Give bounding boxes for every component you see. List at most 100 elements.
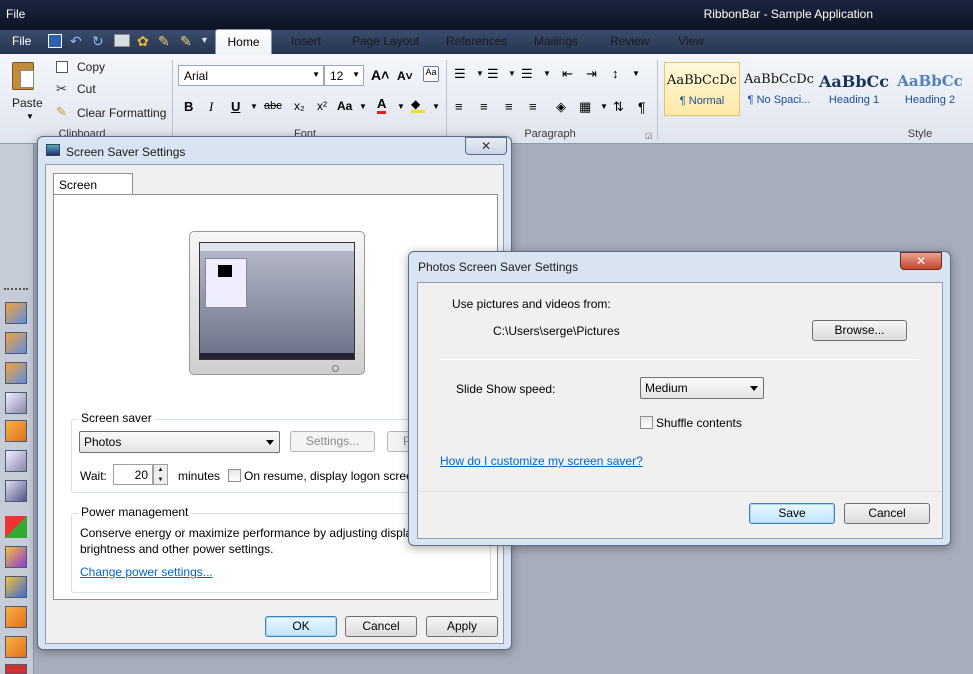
style-no-spacing[interactable]: AaBbCcDc ¶ No Spaci...	[741, 62, 817, 116]
chevron-down-icon[interactable]: ▼	[632, 69, 640, 78]
save-icon[interactable]	[48, 34, 62, 48]
highlight-icon[interactable]: ◆	[411, 97, 425, 113]
grow-font-icon[interactable]: A˄	[371, 67, 389, 83]
copy-button[interactable]: Copy	[56, 59, 146, 77]
chevron-down-icon[interactable]: ▼	[600, 102, 608, 111]
tab-review[interactable]: Review	[610, 34, 649, 48]
sort-icon[interactable]: ⇅	[613, 99, 624, 115]
brush-icon[interactable]: ✎	[158, 33, 170, 50]
chevron-down-icon[interactable]: ▼	[432, 102, 440, 111]
chevron-down-icon[interactable]: ▼	[508, 69, 516, 78]
chevron-down-icon[interactable]: ▼	[543, 69, 551, 78]
chevron-down-icon[interactable]: ▼	[476, 69, 484, 78]
borders-icon[interactable]: ▦	[579, 99, 591, 115]
resume-checkbox[interactable]	[228, 469, 241, 482]
wait-spinner[interactable]: ▲ ▼	[153, 464, 168, 485]
chevron-down-icon[interactable]: ▼	[359, 102, 367, 111]
tab-screen-saver[interactable]: Screen Saver	[53, 173, 133, 206]
wait-input[interactable]: 20	[113, 464, 153, 485]
speed-select[interactable]: Medium	[640, 377, 764, 399]
app-icon-6[interactable]	[5, 450, 27, 472]
decrease-indent-icon[interactable]: ⇤	[562, 66, 573, 82]
numbering-icon[interactable]: ☰	[487, 66, 499, 82]
app-icon-3[interactable]	[5, 362, 27, 384]
justify-icon[interactable]: ≡	[529, 99, 537, 114]
save-button[interactable]: Save	[749, 503, 835, 524]
strikethrough-icon[interactable]: abc	[264, 100, 282, 112]
align-center-icon[interactable]: ≡	[480, 99, 488, 114]
font-color-icon[interactable]: A	[377, 97, 387, 114]
style-heading-2[interactable]: AaBbCc Heading 2	[892, 62, 968, 116]
increase-indent-icon[interactable]: ⇥	[586, 66, 597, 82]
font-family-combo[interactable]: Arial ▼	[178, 65, 324, 86]
align-left-icon[interactable]: ≡	[455, 99, 463, 114]
app-icon-7[interactable]	[5, 480, 27, 502]
quick-access-toolbar: File	[6, 7, 206, 23]
line-spacing-icon[interactable]: ↕	[612, 66, 619, 81]
cancel-button[interactable]: Cancel	[345, 616, 417, 637]
chevron-down-icon[interactable]: ▼	[397, 102, 405, 111]
screen-saver-select[interactable]: Photos	[79, 431, 280, 453]
preview-taskbar	[200, 353, 354, 359]
tab-view[interactable]: View	[678, 34, 704, 48]
clear-formatting-button[interactable]: ✎ Clear Formatting	[56, 104, 168, 122]
brush-icon-2[interactable]: ✎	[180, 33, 192, 50]
style-normal[interactable]: AaBbCcDc ¶ Normal	[664, 62, 740, 116]
tab-page-layout[interactable]: Page Layout	[352, 34, 419, 48]
italic-icon[interactable]: I	[209, 99, 213, 115]
tab-mailings[interactable]: Mailings	[534, 34, 578, 48]
grip-icon[interactable]	[4, 288, 28, 290]
redo-icon[interactable]: ↻	[92, 33, 104, 50]
tab-insert[interactable]: Insert	[291, 34, 321, 48]
app-icon-10[interactable]	[5, 606, 27, 628]
font-size-combo[interactable]: 12 ▼	[324, 65, 364, 86]
file-tab[interactable]: File	[6, 7, 25, 21]
award-icon[interactable]: ✿	[137, 33, 149, 50]
shading-icon[interactable]: ◈	[556, 99, 566, 115]
close-button[interactable]: ✕	[465, 137, 507, 155]
app-icon-2[interactable]	[5, 332, 27, 354]
settings-button[interactable]: Settings...	[290, 431, 375, 452]
windows-icon[interactable]	[5, 516, 27, 538]
app-icon-12[interactable]	[5, 664, 27, 674]
change-power-link[interactable]: Change power settings...	[80, 565, 213, 579]
dialog-title: Photos Screen Saver Settings	[418, 260, 579, 274]
help-link[interactable]: How do I customize my screen saver?	[440, 454, 643, 468]
shuffle-checkbox[interactable]	[640, 416, 653, 429]
font-family-value: Arial	[184, 69, 209, 83]
dialog-launcher-icon[interactable]: ◲	[645, 131, 653, 140]
align-right-icon[interactable]: ≡	[505, 99, 513, 114]
subscript-icon[interactable]: x₂	[294, 99, 305, 113]
app-icon-8[interactable]	[5, 546, 27, 568]
app-icon-9[interactable]	[5, 576, 27, 598]
preview-ribbon	[200, 243, 354, 251]
apply-button[interactable]: Apply	[426, 616, 498, 637]
app-icon-4[interactable]	[5, 392, 27, 414]
app-icon-11[interactable]	[5, 636, 27, 658]
tab-file[interactable]: File	[12, 34, 31, 48]
app-icon-5[interactable]	[5, 420, 27, 442]
app-icon-1[interactable]	[5, 302, 27, 324]
chevron-down-icon[interactable]: ▼	[250, 102, 258, 111]
cut-button[interactable]: ✂ Cut	[56, 81, 146, 99]
bullets-icon[interactable]: ☰	[454, 66, 466, 82]
tab-references[interactable]: References	[446, 34, 507, 48]
cancel-button[interactable]: Cancel	[844, 503, 930, 524]
shrink-font-icon[interactable]: A˅	[397, 69, 413, 83]
change-case-icon[interactable]: Aa	[423, 66, 439, 82]
multilevel-list-icon[interactable]: ☰	[521, 66, 533, 82]
close-button[interactable]: ✕	[900, 252, 942, 270]
undo-icon[interactable]: ↶	[70, 33, 82, 50]
ok-button[interactable]: OK	[265, 616, 337, 637]
text-effects-icon[interactable]: Aa	[337, 99, 352, 113]
underline-icon[interactable]: U	[231, 99, 240, 114]
tab-home[interactable]: Home	[215, 29, 272, 55]
superscript-icon[interactable]: x²	[317, 99, 327, 113]
qat-dropdown-icon[interactable]: ▼	[200, 35, 209, 45]
print-icon[interactable]	[114, 34, 130, 47]
style-heading-1[interactable]: AaBbCc Heading 1	[816, 62, 892, 116]
browse-button[interactable]: Browse...	[812, 320, 907, 341]
bold-icon[interactable]: B	[184, 99, 193, 114]
paste-button[interactable]: Paste ▼	[6, 62, 44, 124]
pilcrow-icon[interactable]: ¶	[638, 99, 646, 115]
